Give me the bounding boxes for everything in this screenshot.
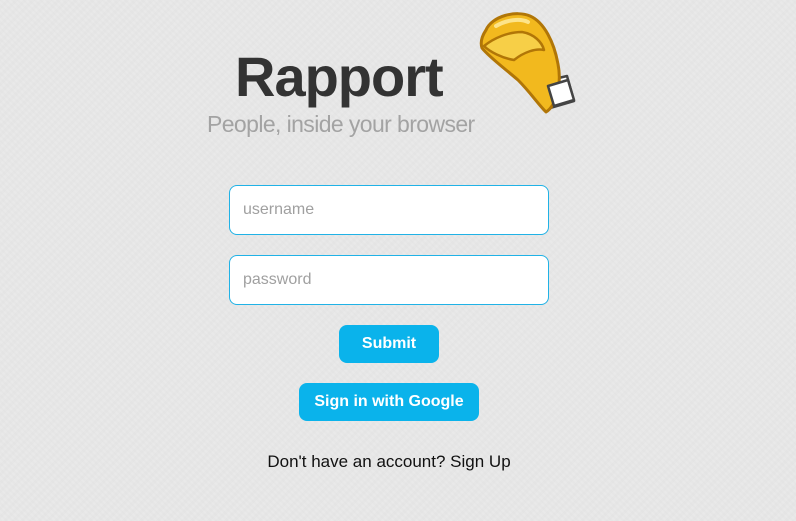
signup-prompt-line: Don't have an account? Sign Up [0, 452, 778, 472]
username-input[interactable] [229, 185, 549, 235]
google-signin-button[interactable]: Sign in with Google [299, 383, 479, 421]
fortune-cookie-icon [479, 12, 576, 114]
fortune-paper-front [546, 78, 576, 108]
signup-prompt: Don't have an account? [267, 452, 446, 471]
fortune-cookie-body [479, 12, 561, 114]
app-tagline: People, inside your browser [207, 111, 475, 137]
submit-button[interactable]: Submit [339, 325, 439, 363]
app-title: Rapport [235, 45, 444, 108]
signup-link[interactable]: Sign Up [450, 452, 510, 471]
password-input[interactable] [229, 255, 549, 305]
